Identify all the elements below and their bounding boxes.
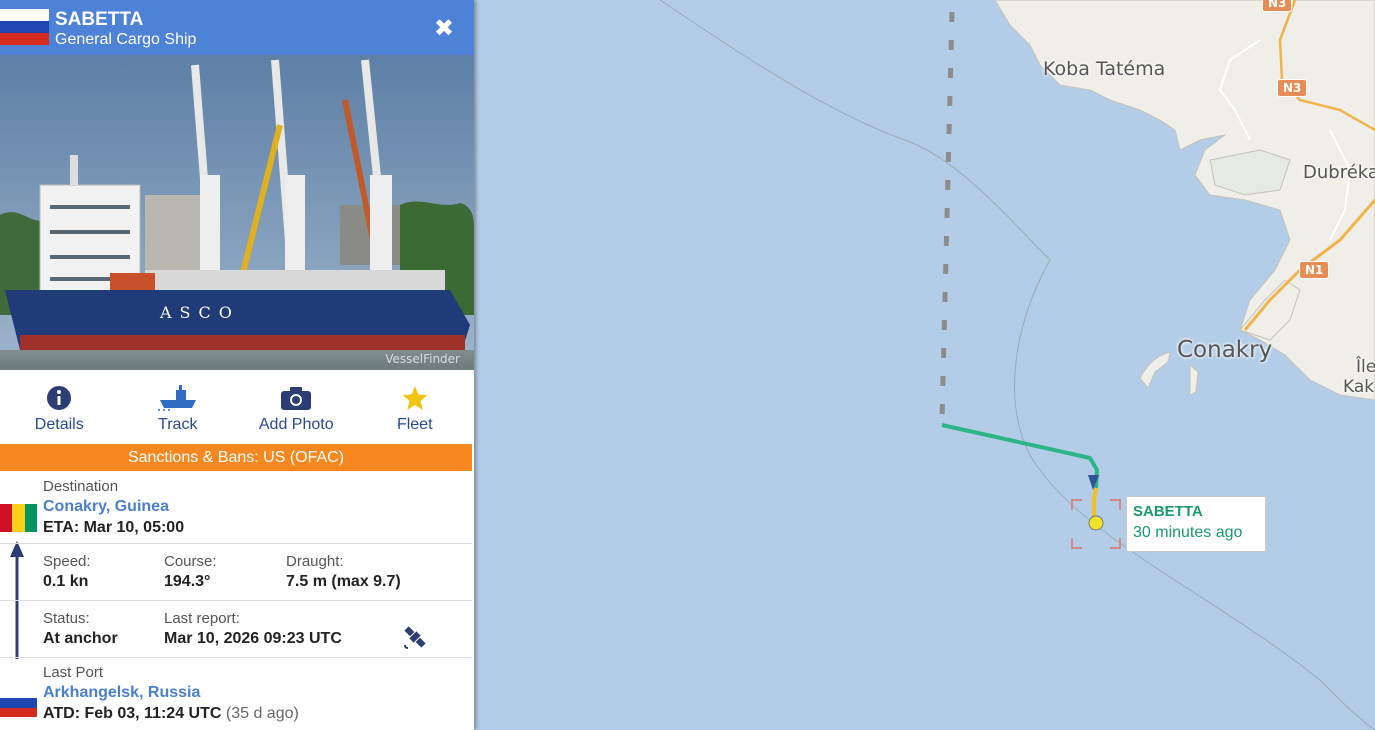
last-port-atd-text: ATD: Feb 03, 11:24 UTC — [43, 705, 222, 722]
camera-icon — [281, 387, 312, 410]
course-value: 194.3° — [164, 573, 211, 590]
divider — [0, 600, 472, 601]
road-shield-n3: N3 — [1277, 79, 1308, 97]
draught-caption: Draught: — [286, 553, 344, 570]
sanctions-banner[interactable]: Sanctions & Bans: US (OFAC) — [0, 444, 472, 471]
hull-text: ASCO — [159, 303, 240, 322]
road-shield-n3-top: N3 — [1262, 0, 1293, 12]
vessel-type: General Cargo Ship — [55, 31, 197, 48]
details-button[interactable]: Details — [0, 370, 119, 444]
divider — [0, 543, 472, 544]
last-report-value: Mar 10, 2026 09:23 UTC — [164, 630, 342, 647]
draught-value: 7.5 m (max 9.7) — [286, 573, 401, 590]
map-place-kak: Kak — [1343, 377, 1375, 397]
course-caption: Course: — [164, 553, 217, 570]
map-place-dubreka: Dubréka — [1303, 162, 1375, 183]
status-caption: Status: — [43, 610, 90, 627]
guinea-flag-icon — [0, 504, 37, 532]
vessel-photo-image: ASCO — [0, 55, 474, 370]
satellite-icon[interactable] — [401, 623, 429, 651]
russia-flag-icon — [0, 9, 49, 45]
vessel-map-label-name: SABETTA — [1133, 503, 1203, 520]
russia-flag-icon — [0, 689, 37, 717]
road-shield-n1: N1 — [1299, 261, 1330, 279]
last-port-ago: (35 d ago) — [225, 705, 299, 722]
add-photo-label: Add Photo — [258, 416, 334, 433]
track-button[interactable]: Track — [119, 370, 238, 444]
last-port-link[interactable]: Arkhangelsk, Russia — [43, 684, 200, 702]
map-place-koba-tatema: Koba Tatéma — [1043, 58, 1166, 80]
star-icon — [402, 386, 428, 410]
destination-caption: Destination — [43, 478, 119, 495]
vessel-panel: SABETTA General Cargo Ship ✖ ASCO Vessel… — [0, 0, 474, 730]
info-icon — [47, 386, 72, 410]
map-place-ile: Île — [1356, 357, 1375, 377]
vessel-map-label-time: 30 minutes ago — [1133, 524, 1243, 541]
status-value: At anchor — [43, 630, 118, 647]
last-report-caption: Last report: — [164, 610, 240, 627]
divider — [0, 657, 472, 658]
vessel-map-label[interactable]: SABETTA 30 minutes ago — [1126, 496, 1266, 552]
action-bar: Details Track Add Photo Fleet — [0, 370, 474, 444]
details-label: Details — [34, 416, 84, 433]
fleet-button[interactable]: Fleet — [356, 370, 475, 444]
destination-eta: ETA: Mar 10, 05:00 — [43, 519, 185, 536]
vessel-name: SABETTA — [55, 9, 144, 30]
map-place-conakry: Conakry — [1177, 337, 1273, 363]
fleet-label: Fleet — [396, 416, 433, 433]
last-port-atd: ATD: Feb 03, 11:24 UTC (35 d ago) — [43, 705, 299, 723]
close-icon[interactable]: ✖ — [434, 14, 454, 43]
add-photo-button[interactable]: Add Photo — [237, 370, 356, 444]
voyage-info: Destination Conakry, Guinea ETA: Mar 10,… — [0, 471, 474, 729]
photo-watermark: VesselFinder — [385, 352, 460, 366]
ship-track-icon — [157, 385, 196, 411]
last-port-caption: Last Port — [43, 664, 104, 681]
speed-value: 0.1 kn — [43, 573, 89, 590]
vessel-photo[interactable]: ASCO VesselFinder — [0, 55, 474, 370]
speed-caption: Speed: — [43, 553, 91, 570]
vessel-header: SABETTA General Cargo Ship ✖ — [0, 0, 474, 55]
destination-port-link[interactable]: Conakry, Guinea — [43, 498, 169, 516]
track-label: Track — [158, 416, 198, 433]
